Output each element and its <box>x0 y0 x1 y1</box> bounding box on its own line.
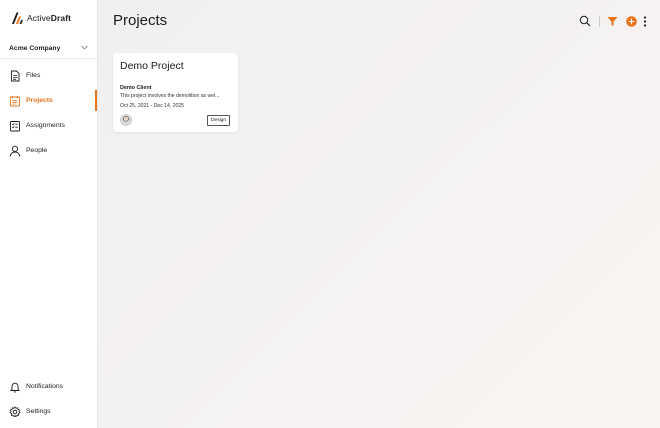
project-client: Demo Client <box>120 85 152 91</box>
project-title: Demo Project <box>120 60 184 72</box>
sidebar-nav: Files Projects Assignments People <box>0 63 97 163</box>
sidebar-bottom-nav: Notifications Settings <box>0 374 97 424</box>
filter-icon[interactable] <box>607 16 618 27</box>
sidebar-item-label: Projects <box>26 97 53 104</box>
project-card[interactable]: Demo Project Demo Client This project in… <box>113 53 238 132</box>
sidebar-item-assignments[interactable]: Assignments <box>0 113 97 138</box>
page-title: Projects <box>113 12 168 29</box>
file-icon <box>9 70 21 82</box>
person-icon <box>9 145 21 157</box>
brand-name-prefix: Active <box>27 13 51 23</box>
sidebar-item-label: Settings <box>26 408 51 415</box>
sidebar: ActiveDraft Acme Company Files Projects <box>0 0 98 428</box>
add-icon[interactable] <box>626 15 637 27</box>
more-vertical-icon[interactable] <box>643 15 647 27</box>
brand-name: ActiveDraft <box>27 13 71 23</box>
bell-icon <box>9 381 21 393</box>
project-description: This project involves the demolition as … <box>120 93 220 99</box>
toolbar <box>579 14 647 28</box>
toolbar-divider <box>599 15 600 27</box>
company-selector[interactable]: Acme Company <box>0 38 97 59</box>
project-dates: Oct 25, 2021 - Dec 14, 2025 <box>120 103 184 109</box>
sidebar-item-projects[interactable]: Projects <box>0 88 97 113</box>
project-tag: Design <box>207 115 230 126</box>
main-content: Projects Demo Project Demo Client This p… <box>98 0 660 428</box>
projects-icon <box>9 95 21 107</box>
sidebar-item-label: Files <box>26 72 41 79</box>
brand-name-suffix: Draft <box>50 13 72 23</box>
company-name: Acme Company <box>9 44 61 52</box>
gear-icon <box>9 405 21 418</box>
sidebar-item-notifications[interactable]: Notifications <box>0 374 97 399</box>
sidebar-item-settings[interactable]: Settings <box>0 399 97 424</box>
search-icon[interactable] <box>579 15 591 27</box>
assignments-icon <box>9 120 21 132</box>
sidebar-item-label: Notifications <box>26 383 64 390</box>
sidebar-item-label: Assignments <box>26 122 65 129</box>
app-window: ActiveDraft Acme Company Files Projects <box>0 0 660 428</box>
brand-logo[interactable]: ActiveDraft <box>10 10 71 26</box>
activedraft-logo-icon <box>12 12 23 24</box>
chevron-down-icon <box>81 45 88 50</box>
sidebar-item-people[interactable]: People <box>0 138 97 163</box>
sidebar-item-label: People <box>26 147 48 154</box>
avatar <box>120 114 132 126</box>
sidebar-item-files[interactable]: Files <box>0 63 97 88</box>
